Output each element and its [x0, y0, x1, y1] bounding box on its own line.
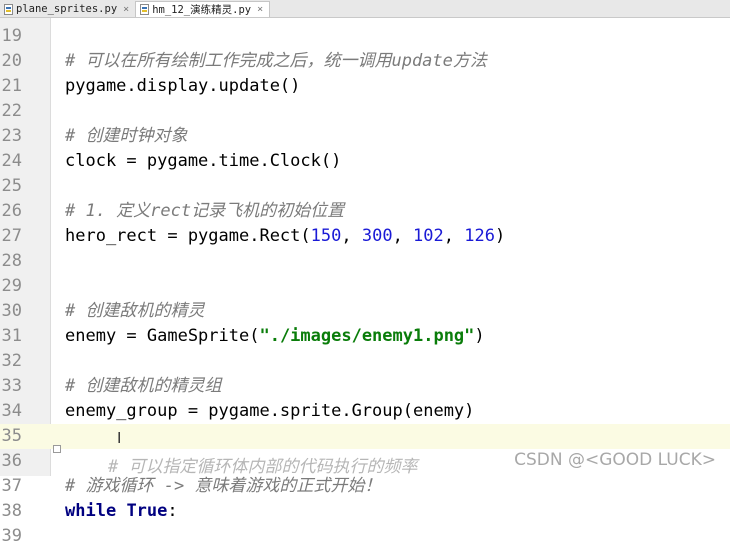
code-text: while True: — [65, 499, 178, 524]
code-line[interactable]: 22 — [0, 99, 730, 124]
tab-hm-12[interactable]: hm_12_演练精灵.py × — [136, 1, 271, 17]
line-number: 35 — [1, 426, 22, 446]
code-token: , — [392, 226, 414, 246]
code-text: enemy_group = pygame.sprite.Group(enemy) — [65, 399, 474, 424]
code-line[interactable]: 39 — [0, 524, 730, 549]
keyword-token: True — [126, 501, 168, 521]
string-token: "./images/enemy1.png" — [259, 326, 475, 346]
line-number: 22 — [1, 101, 22, 121]
code-line[interactable]: 23 # 创建时钟对象 — [0, 124, 730, 149]
line-number: 27 — [1, 226, 22, 246]
current-code-line[interactable]: 35 — [0, 424, 730, 449]
code-token: ) — [494, 226, 506, 246]
line-number: 34 — [1, 401, 22, 421]
code-token: enemy = GameSprite( — [65, 326, 260, 346]
line-number: 33 — [1, 376, 22, 396]
code-token: , — [443, 226, 465, 246]
comment-token: # 创建敌机的精灵组 — [65, 376, 222, 396]
line-number: 37 — [1, 476, 22, 496]
line-number: 23 — [1, 126, 22, 146]
code-line[interactable]: 26 # 1. 定义rect记录飞机的初始位置 — [0, 199, 730, 224]
line-number: 31 — [1, 326, 22, 346]
tab-label: plane_sprites.py — [16, 3, 118, 15]
code-token: enemy_group = pygame.sprite.Group(enemy) — [65, 401, 475, 421]
comment-token: # 1. 定义rect记录飞机的初始位置 — [65, 201, 345, 221]
code-line[interactable]: 31 enemy = GameSprite("./images/enemy1.pn… — [0, 324, 730, 349]
code-line[interactable]: 20 # 可以在所有绘制工作完成之后，统一调用update方法 — [0, 49, 730, 74]
code-text: pygame.display.update() — [65, 74, 300, 99]
code-text: # 1. 定义rect记录飞机的初始位置 — [65, 199, 344, 224]
code-token: : — [167, 501, 178, 521]
line-number: 36 — [1, 451, 22, 471]
code-line[interactable]: 28 — [0, 249, 730, 274]
code-text: # 创建敌机的精灵组 — [65, 374, 221, 399]
code-token: , — [341, 226, 362, 246]
code-token: ) — [474, 326, 485, 346]
code-line[interactable]: 29 — [0, 274, 730, 299]
line-number: 29 — [1, 276, 22, 296]
code-line[interactable]: 34 enemy_group = pygame.sprite.Group(enem… — [0, 399, 730, 424]
tab-close-icon[interactable]: × — [123, 4, 129, 15]
comment-token: # 创建敌机的精灵 — [65, 301, 205, 321]
code-line[interactable]: 19 — [0, 24, 730, 49]
tab-close-icon[interactable]: × — [257, 4, 263, 15]
code-text: enemy = GameSprite("./images/enemy1.png"… — [65, 324, 485, 349]
code-line[interactable]: 27 hero_rect = pygame.Rect(150, 300, 102,… — [0, 224, 730, 249]
code-line[interactable]: 24 clock = pygame.time.Clock() — [0, 149, 730, 174]
code-text: # 创建敌机的精灵 — [65, 299, 204, 324]
code-text: # 可以在所有绘制工作完成之后，统一调用update方法 — [65, 49, 487, 74]
line-number: 20 — [1, 51, 22, 71]
text-cursor-icon: I — [117, 429, 122, 447]
comment-token: # 可以在所有绘制工作完成之后，统一调用update方法 — [65, 51, 487, 71]
line-number: 32 — [1, 351, 22, 371]
code-token: pygame.display.update() — [65, 76, 301, 96]
python-file-icon — [140, 4, 150, 15]
keyword-token: while — [65, 501, 117, 521]
line-number: 26 — [1, 201, 22, 221]
line-number: 25 — [1, 176, 22, 196]
tab-label: hm_12_演练精灵.py — [152, 4, 252, 16]
line-number: 19 — [1, 26, 22, 46]
number-token: 300 — [361, 226, 393, 246]
partial-comment-line: # 可以指定循环体内部的代码执行的频率 — [108, 457, 418, 477]
code-token: hero_rect = pygame.Rect( — [65, 226, 311, 246]
code-line[interactable]: 30 # 创建敌机的精灵 — [0, 299, 730, 324]
comment-token: # 创建时钟对象 — [65, 126, 188, 146]
code-text: hero_rect = pygame.Rect(150, 300, 102, 1… — [65, 224, 505, 249]
code-line[interactable]: 25 — [0, 174, 730, 199]
code-line[interactable]: 32 — [0, 349, 730, 374]
python-file-icon — [4, 3, 13, 15]
code-editor[interactable]: 19 20 # 可以在所有绘制工作完成之后，统一调用update方法 21 pygame… — [0, 18, 730, 546]
number-token: 150 — [310, 226, 342, 246]
line-number: 21 — [1, 76, 22, 96]
line-number: 30 — [1, 301, 22, 321]
number-token: 102 — [413, 226, 444, 246]
code-text: # 创建时钟对象 — [65, 124, 187, 149]
csdn-watermark: CSDN @<GOOD LUCK> — [514, 450, 716, 470]
number-token: 126 — [464, 226, 495, 246]
line-number: 39 — [1, 526, 22, 546]
code-text: clock = pygame.time.Clock() — [65, 149, 341, 174]
line-number: 28 — [1, 251, 22, 271]
code-token: clock = pygame.time.Clock() — [65, 151, 342, 171]
editor-tab-bar: plane_sprites.py × hm_12_演练精灵.py × — [0, 0, 730, 18]
code-line[interactable]: 38 while True: — [0, 499, 730, 524]
code-line[interactable]: 33 # 创建敌机的精灵组 — [0, 374, 730, 399]
tab-plane-sprites[interactable]: plane_sprites.py × — [0, 1, 137, 17]
code-line[interactable]: 21 pygame.display.update() — [0, 74, 730, 99]
line-number: 38 — [1, 501, 22, 521]
line-number: 24 — [1, 151, 22, 171]
fold-marker-icon[interactable] — [53, 445, 61, 453]
